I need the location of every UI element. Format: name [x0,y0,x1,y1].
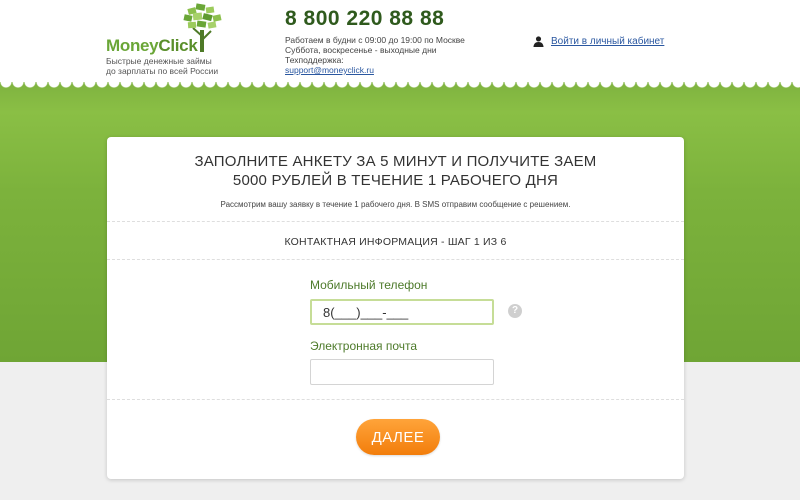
form-subtitle: Рассмотрим вашу заявку в течение 1 рабоч… [220,200,571,209]
scallop-top-edge [0,82,800,92]
mobile-phone-input[interactable] [310,299,494,325]
email-input[interactable] [310,359,494,385]
form-heading-line2: 5000 РУБЛЕЙ В ТЕЧЕНИЕ 1 РАБОЧЕГО ДНЯ [232,172,559,189]
support-label: Техподдержка: [285,55,344,65]
contact-info: 8 800 220 88 88 Работаем в будни с 09:00… [285,7,485,75]
application-form-card: ЗАПОЛНИТЕ АНКЕТУ ЗА 5 МИНУТ И ПОЛУЧИТЕ З… [107,137,684,479]
logo-tagline: Быстрые денежные займы до зарплаты по вс… [106,56,246,76]
logo-tagline-line2: до зарплаты по всей России [106,66,219,76]
user-icon [533,36,544,47]
logo-word-money: Money [106,36,159,55]
hours-line2: Суббота, воскресенье - выходные дни [285,45,437,55]
logo-wordmark: MoneyClick [106,36,198,56]
hours-line1: Работаем в будни с 09:00 до 19:00 по Мос… [285,35,465,45]
cabinet-link[interactable]: Войти в личный кабинет [551,36,664,47]
help-icon[interactable]: ? [508,304,522,318]
moneyclick-logo[interactable]: MoneyClick Быстрые денежные займы до зар… [106,2,246,77]
site-header: MoneyClick Быстрые денежные займы до зар… [0,0,800,82]
form-heading-line1: ЗАПОЛНИТЕ АНКЕТУ ЗА 5 МИНУТ И ПОЛУЧИТЕ З… [194,153,597,170]
logo-word-click: Click [158,36,198,55]
logo-tagline-line1: Быстрые денежные займы [106,56,212,66]
step-indicator: КОНТАКТНАЯ ИНФОРМАЦИЯ - ШАГ 1 ИЗ 6 [284,236,507,248]
divider [107,221,684,222]
phone-field-label: Мобильный телефон [310,278,428,292]
support-email-link[interactable]: support@moneyclick.ru [285,65,485,75]
email-field-label: Электронная почта [310,339,418,353]
divider [107,399,684,400]
next-button[interactable]: ДАЛЕЕ [356,419,440,455]
cabinet-login[interactable]: Войти в личный кабинет [533,36,664,47]
divider [107,259,684,260]
form-heading: ЗАПОЛНИТЕ АНКЕТУ ЗА 5 МИНУТ И ПОЛУЧИТЕ З… [107,152,684,190]
hotline-phone[interactable]: 8 800 220 88 88 [285,7,485,31]
working-hours: Работаем в будни с 09:00 до 19:00 по Мос… [285,35,485,65]
